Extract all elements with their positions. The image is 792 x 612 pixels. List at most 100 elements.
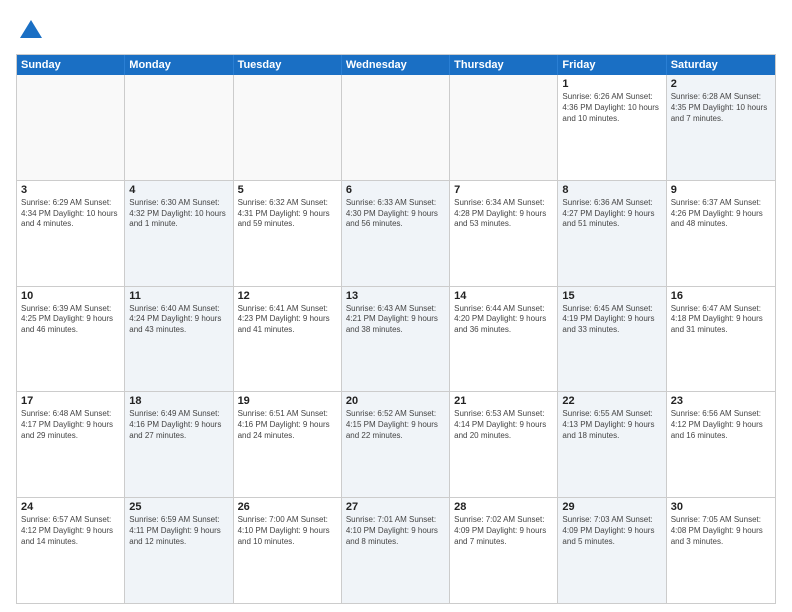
day-cell-23: 23Sunrise: 6:56 AM Sunset: 4:12 PM Dayli… xyxy=(667,392,775,497)
day-cell-1: 1 Sunrise: 6:26 AM Sunset: 4:36 PM Daylig… xyxy=(558,75,666,180)
logo xyxy=(16,16,50,46)
day-info: Sunrise: 6:55 AM Sunset: 4:13 PM Dayligh… xyxy=(562,409,661,441)
calendar-row-4: 24Sunrise: 6:57 AM Sunset: 4:12 PM Dayli… xyxy=(17,498,775,603)
day-cell-16: 16 Sunrise: 6:47 AM Sunset: 4:18 PM Dayli… xyxy=(667,287,775,392)
calendar-row-1: 3 Sunrise: 6:29 AM Sunset: 4:34 PM Daylig… xyxy=(17,181,775,287)
day-number: 14 xyxy=(454,290,553,302)
day-cell-29: 29 Sunrise: 7:03 AM Sunset: 4:09 PM Dayli… xyxy=(558,498,666,603)
day-info: Sunrise: 6:45 AM Sunset: 4:19 PM Dayligh… xyxy=(562,304,661,336)
calendar-row-0: 1 Sunrise: 6:26 AM Sunset: 4:36 PM Daylig… xyxy=(17,75,775,181)
day-number: 5 xyxy=(238,184,337,196)
empty-cell xyxy=(342,75,450,180)
day-info: Sunrise: 6:47 AM Sunset: 4:18 PM Dayligh… xyxy=(671,304,771,336)
day-info: Sunrise: 6:34 AM Sunset: 4:28 PM Dayligh… xyxy=(454,198,553,230)
day-info: Sunrise: 6:33 AM Sunset: 4:30 PM Dayligh… xyxy=(346,198,445,230)
day-number: 9 xyxy=(671,184,771,196)
day-cell-4: 4Sunrise: 6:30 AM Sunset: 4:32 PM Daylig… xyxy=(125,181,233,286)
day-cell-7: 7 Sunrise: 6:34 AM Sunset: 4:28 PM Daylig… xyxy=(450,181,558,286)
day-info: Sunrise: 6:32 AM Sunset: 4:31 PM Dayligh… xyxy=(238,198,337,230)
day-info: Sunrise: 6:29 AM Sunset: 4:34 PM Dayligh… xyxy=(21,198,120,230)
day-number: 30 xyxy=(671,501,771,513)
day-info: Sunrise: 7:00 AM Sunset: 4:10 PM Dayligh… xyxy=(238,515,337,547)
day-number: 17 xyxy=(21,395,120,407)
day-cell-20: 20Sunrise: 6:52 AM Sunset: 4:15 PM Dayli… xyxy=(342,392,450,497)
day-number: 26 xyxy=(238,501,337,513)
day-cell-22: 22 Sunrise: 6:55 AM Sunset: 4:13 PM Dayli… xyxy=(558,392,666,497)
calendar-body: 1 Sunrise: 6:26 AM Sunset: 4:36 PM Daylig… xyxy=(17,75,775,603)
day-cell-15: 15 Sunrise: 6:45 AM Sunset: 4:19 PM Dayli… xyxy=(558,287,666,392)
day-info: Sunrise: 6:53 AM Sunset: 4:14 PM Dayligh… xyxy=(454,409,553,441)
day-number: 21 xyxy=(454,395,553,407)
weekday-header-tuesday: Tuesday xyxy=(234,55,342,75)
day-info: Sunrise: 6:40 AM Sunset: 4:24 PM Dayligh… xyxy=(129,304,228,336)
day-number: 7 xyxy=(454,184,553,196)
calendar-row-3: 17 Sunrise: 6:48 AM Sunset: 4:17 PM Dayli… xyxy=(17,392,775,498)
day-number: 23 xyxy=(671,395,771,407)
day-info: Sunrise: 6:37 AM Sunset: 4:26 PM Dayligh… xyxy=(671,198,771,230)
day-cell-18: 18 Sunrise: 6:49 AM Sunset: 4:16 PM Dayli… xyxy=(125,392,233,497)
empty-cell xyxy=(125,75,233,180)
day-info: Sunrise: 6:36 AM Sunset: 4:27 PM Dayligh… xyxy=(562,198,661,230)
day-number: 24 xyxy=(21,501,120,513)
day-info: Sunrise: 7:05 AM Sunset: 4:08 PM Dayligh… xyxy=(671,515,771,547)
day-number: 13 xyxy=(346,290,445,302)
day-cell-5: 5 Sunrise: 6:32 AM Sunset: 4:31 PM Daylig… xyxy=(234,181,342,286)
day-number: 3 xyxy=(21,184,120,196)
day-number: 11 xyxy=(129,290,228,302)
empty-cell xyxy=(234,75,342,180)
header xyxy=(16,16,776,46)
day-number: 20 xyxy=(346,395,445,407)
day-info: Sunrise: 6:30 AM Sunset: 4:32 PM Dayligh… xyxy=(129,198,228,230)
day-number: 25 xyxy=(129,501,228,513)
calendar-header: SundayMondayTuesdayWednesdayThursdayFrid… xyxy=(17,55,775,75)
empty-cell xyxy=(450,75,558,180)
weekday-header-monday: Monday xyxy=(125,55,233,75)
day-info: Sunrise: 6:51 AM Sunset: 4:16 PM Dayligh… xyxy=(238,409,337,441)
day-info: Sunrise: 6:28 AM Sunset: 4:35 PM Dayligh… xyxy=(671,92,771,124)
day-cell-19: 19 Sunrise: 6:51 AM Sunset: 4:16 PM Dayli… xyxy=(234,392,342,497)
day-info: Sunrise: 7:03 AM Sunset: 4:09 PM Dayligh… xyxy=(562,515,661,547)
weekday-header-saturday: Saturday xyxy=(667,55,775,75)
day-cell-25: 25Sunrise: 6:59 AM Sunset: 4:11 PM Dayli… xyxy=(125,498,233,603)
day-info: Sunrise: 6:41 AM Sunset: 4:23 PM Dayligh… xyxy=(238,304,337,336)
weekday-header-wednesday: Wednesday xyxy=(342,55,450,75)
calendar: SundayMondayTuesdayWednesdayThursdayFrid… xyxy=(16,54,776,604)
day-number: 22 xyxy=(562,395,661,407)
weekday-header-sunday: Sunday xyxy=(17,55,125,75)
day-number: 28 xyxy=(454,501,553,513)
day-cell-11: 11 Sunrise: 6:40 AM Sunset: 4:24 PM Dayli… xyxy=(125,287,233,392)
calendar-row-2: 10 Sunrise: 6:39 AM Sunset: 4:25 PM Dayli… xyxy=(17,287,775,393)
day-info: Sunrise: 6:48 AM Sunset: 4:17 PM Dayligh… xyxy=(21,409,120,441)
day-info: Sunrise: 6:26 AM Sunset: 4:36 PM Dayligh… xyxy=(562,92,661,124)
day-cell-3: 3 Sunrise: 6:29 AM Sunset: 4:34 PM Daylig… xyxy=(17,181,125,286)
empty-cell xyxy=(17,75,125,180)
day-number: 18 xyxy=(129,395,228,407)
day-cell-9: 9 Sunrise: 6:37 AM Sunset: 4:26 PM Daylig… xyxy=(667,181,775,286)
day-info: Sunrise: 6:49 AM Sunset: 4:16 PM Dayligh… xyxy=(129,409,228,441)
day-cell-6: 6Sunrise: 6:33 AM Sunset: 4:30 PM Daylig… xyxy=(342,181,450,286)
day-number: 12 xyxy=(238,290,337,302)
day-cell-26: 26 Sunrise: 7:00 AM Sunset: 4:10 PM Dayli… xyxy=(234,498,342,603)
day-cell-10: 10 Sunrise: 6:39 AM Sunset: 4:25 PM Dayli… xyxy=(17,287,125,392)
day-number: 16 xyxy=(671,290,771,302)
day-cell-30: 30 Sunrise: 7:05 AM Sunset: 4:08 PM Dayli… xyxy=(667,498,775,603)
day-number: 2 xyxy=(671,78,771,90)
day-cell-21: 21 Sunrise: 6:53 AM Sunset: 4:14 PM Dayli… xyxy=(450,392,558,497)
day-number: 8 xyxy=(562,184,661,196)
day-cell-27: 27Sunrise: 7:01 AM Sunset: 4:10 PM Dayli… xyxy=(342,498,450,603)
day-cell-17: 17 Sunrise: 6:48 AM Sunset: 4:17 PM Dayli… xyxy=(17,392,125,497)
day-number: 10 xyxy=(21,290,120,302)
day-number: 29 xyxy=(562,501,661,513)
logo-icon xyxy=(16,16,46,46)
day-number: 27 xyxy=(346,501,445,513)
day-info: Sunrise: 6:39 AM Sunset: 4:25 PM Dayligh… xyxy=(21,304,120,336)
day-cell-14: 14Sunrise: 6:44 AM Sunset: 4:20 PM Dayli… xyxy=(450,287,558,392)
day-info: Sunrise: 6:43 AM Sunset: 4:21 PM Dayligh… xyxy=(346,304,445,336)
day-cell-8: 8 Sunrise: 6:36 AM Sunset: 4:27 PM Daylig… xyxy=(558,181,666,286)
page: SundayMondayTuesdayWednesdayThursdayFrid… xyxy=(0,0,792,612)
day-number: 1 xyxy=(562,78,661,90)
day-number: 19 xyxy=(238,395,337,407)
day-cell-2: 2 Sunrise: 6:28 AM Sunset: 4:35 PM Daylig… xyxy=(667,75,775,180)
day-cell-12: 12 Sunrise: 6:41 AM Sunset: 4:23 PM Dayli… xyxy=(234,287,342,392)
day-number: 15 xyxy=(562,290,661,302)
